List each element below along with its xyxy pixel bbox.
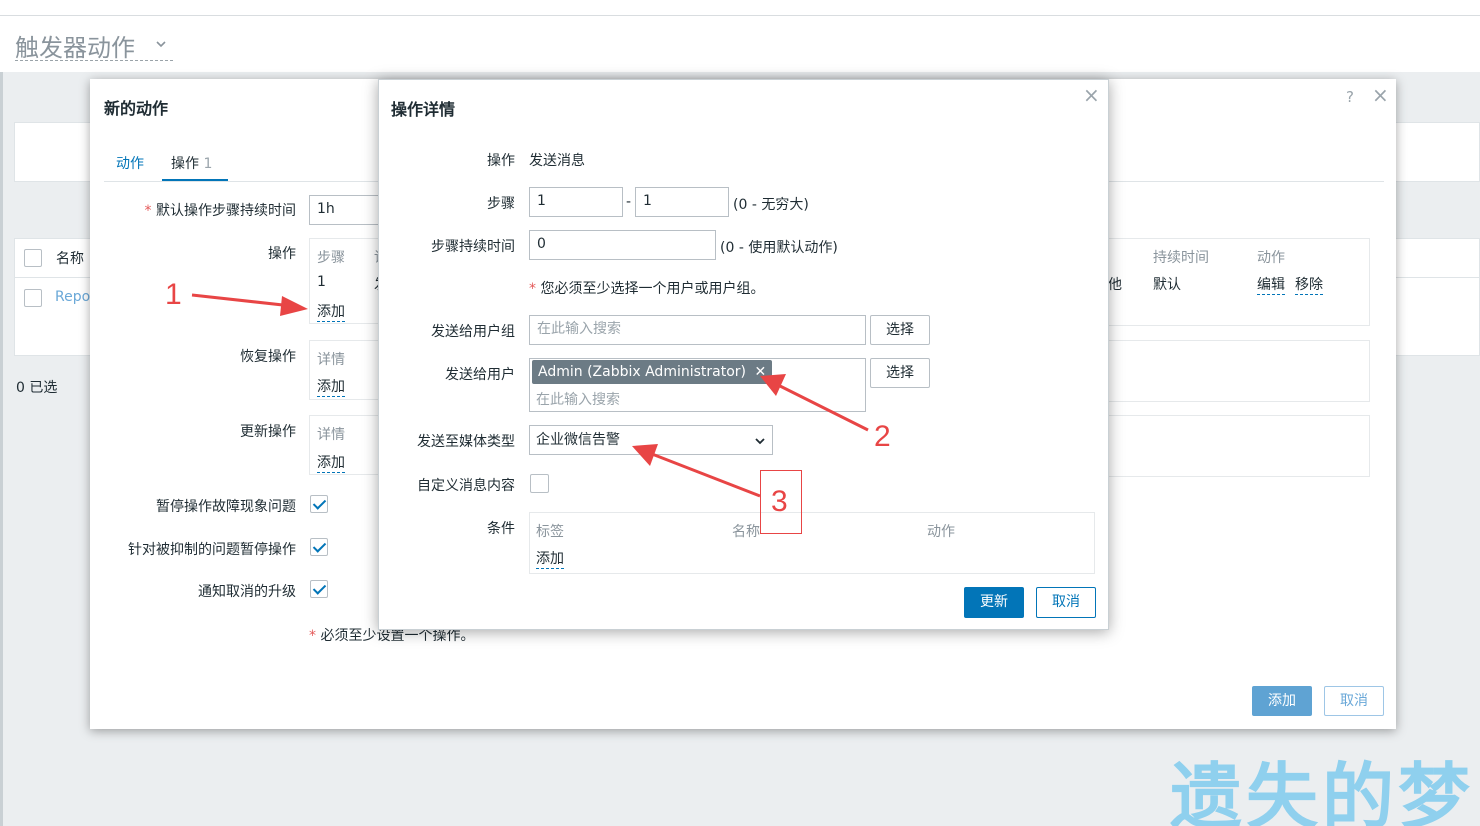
watermark: 遗失的梦 (1170, 755, 1475, 826)
annotation-arrowhead-2 (760, 374, 786, 396)
annotation-arrow-3 (651, 452, 761, 498)
annotation-arrowhead-1 (280, 296, 308, 316)
annotation-number-1: 1 (165, 278, 182, 311)
annotation-number-2: 2 (874, 420, 891, 453)
annotation-number-3: 3 (771, 485, 788, 518)
annotation-arrows (191, 293, 869, 498)
annotation-arrow-1 (191, 293, 293, 308)
annotation-arrow-2 (779, 384, 869, 432)
